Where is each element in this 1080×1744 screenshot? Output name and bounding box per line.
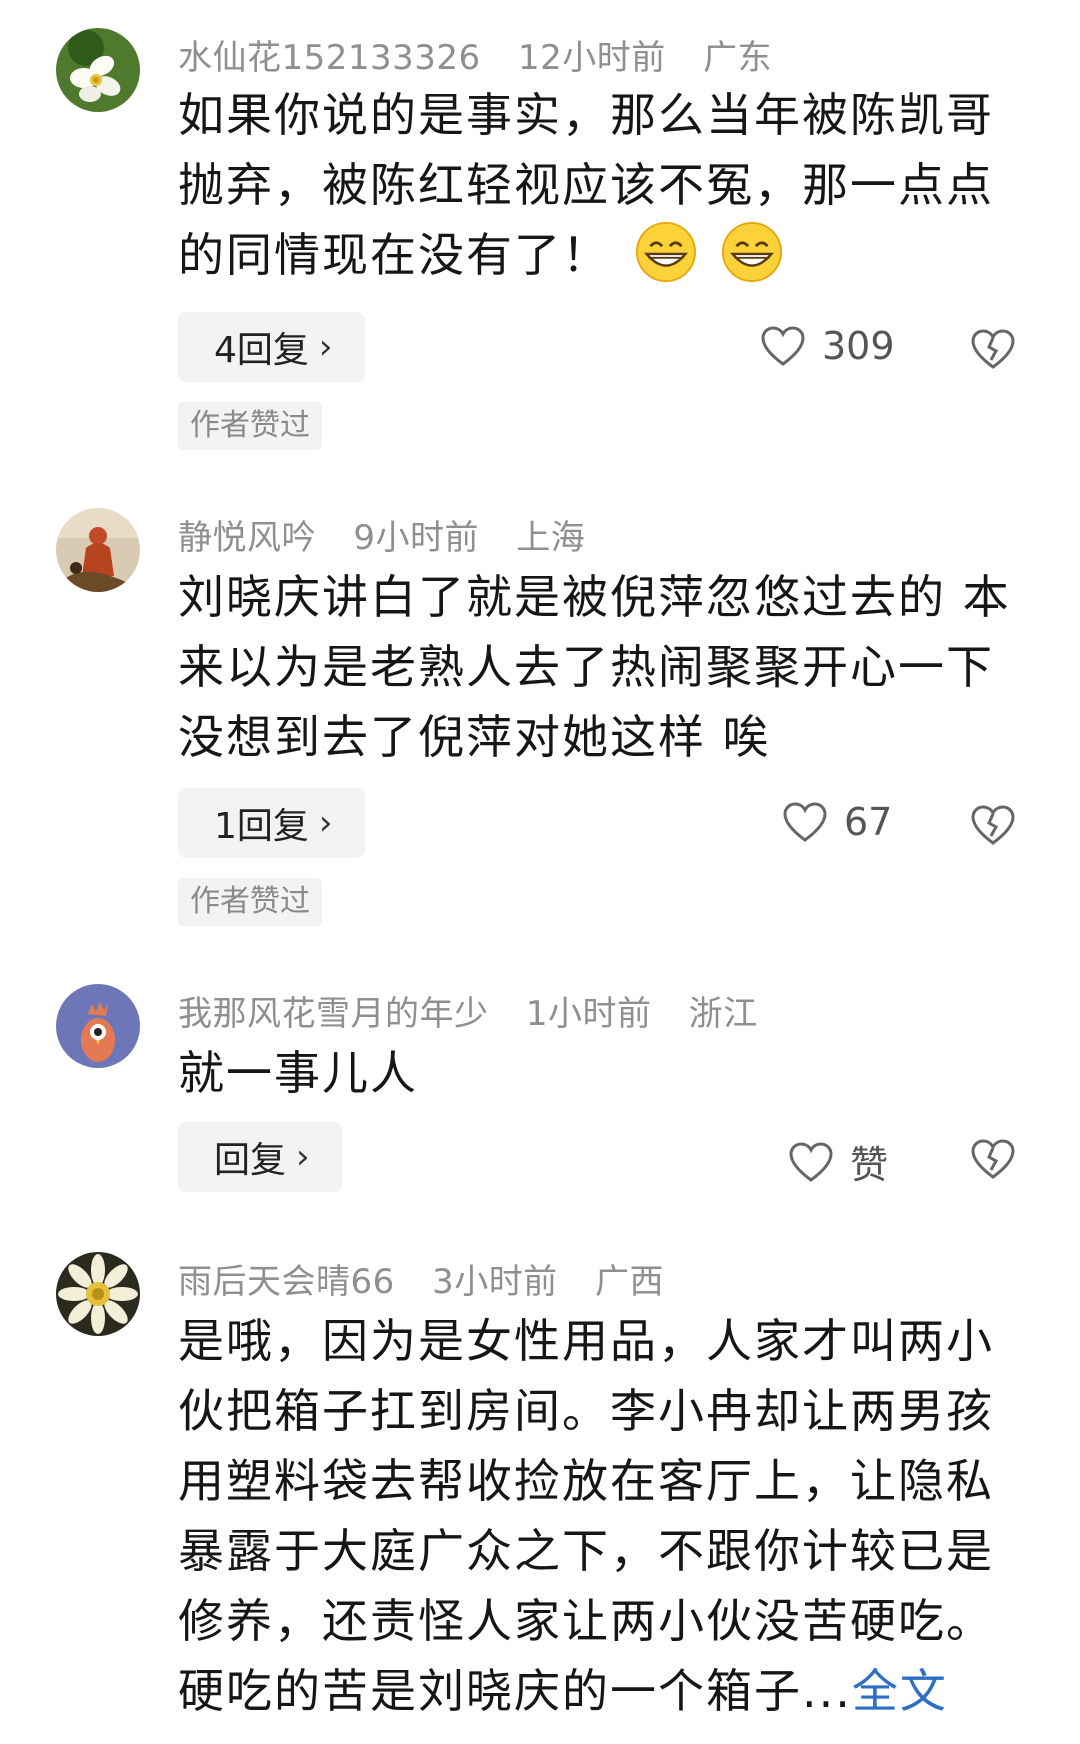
- like-button[interactable]: 67: [782, 800, 892, 844]
- location: 浙江: [688, 994, 758, 1034]
- location: 广东: [703, 38, 773, 78]
- avatar[interactable]: [56, 28, 140, 112]
- chevron-right-icon: ›: [296, 1137, 310, 1177]
- timestamp: 3小时前: [432, 1262, 558, 1302]
- comment-body: 如果你说的是事实，那么当年被陈凯哥抛弃，被陈红轻视应该不冤，那一点点的同情现在没…: [178, 88, 994, 282]
- timestamp: 9小时前: [353, 518, 479, 558]
- location: 上海: [516, 518, 586, 558]
- broken-heart-icon[interactable]: [970, 1138, 1016, 1180]
- author-liked-badge: 作者赞过: [178, 878, 322, 926]
- grinning-face-emoji: [635, 221, 696, 283]
- reply-label: 1回复: [214, 806, 309, 847]
- like-button[interactable]: 309: [760, 324, 895, 368]
- heart-outline-icon: [789, 1141, 833, 1182]
- like-count: 67: [844, 800, 893, 844]
- like-label: 赞: [850, 1143, 889, 1187]
- author-liked-badge: 作者赞过: [178, 402, 322, 450]
- heart-outline-icon: [783, 802, 827, 842]
- comment-text: 就一事儿人: [178, 1046, 418, 1100]
- timestamp: 1小时前: [525, 994, 652, 1034]
- comment-meta: 雨后天会晴66 3小时前 广西: [178, 1254, 690, 1303]
- comment-meta: 水仙花152133326 12小时前 广东: [178, 30, 798, 79]
- read-more-link[interactable]: 全文: [852, 1664, 948, 1718]
- reply-button[interactable]: 4回复 ›: [178, 312, 365, 382]
- username[interactable]: 雨后天会晴66: [178, 1262, 395, 1302]
- like-count: 309: [822, 324, 895, 368]
- timestamp: 12小时前: [518, 38, 666, 78]
- comment-body: 是哦，因为是女性用品，人家才叫两小伙把箱子扛到房间。李小冉却让两男孩用塑料袋去帮…: [178, 1314, 994, 1718]
- comment-meta: 我那风花雪月的年少 1小时前 浙江: [178, 986, 784, 1035]
- comment-text: 刘晓庆讲白了就是被倪萍忽悠过去的 本来以为是老熟人去了热闹聚聚开心一下 没想到去…: [178, 570, 1011, 764]
- grinning-face-emoji: [722, 221, 783, 283]
- like-button[interactable]: 赞: [788, 1134, 888, 1189]
- chevron-right-icon: ›: [318, 803, 333, 843]
- reply-label: 回复: [214, 1140, 287, 1181]
- reply-label: 4回复: [214, 330, 309, 371]
- chevron-right-icon: ›: [318, 327, 333, 367]
- reply-button[interactable]: 1回复 ›: [178, 788, 365, 858]
- avatar[interactable]: [56, 984, 140, 1068]
- username[interactable]: 水仙花152133326: [178, 38, 481, 78]
- comment-text: 如果你说的是事实，那么当年被陈凯哥抛弃，被陈红轻视应该不冤，那一点点的同情现在没…: [178, 80, 1038, 290]
- username[interactable]: 我那风花雪月的年少: [178, 994, 489, 1034]
- avatar[interactable]: [56, 1252, 140, 1336]
- reply-button[interactable]: 回复 ›: [178, 1122, 342, 1192]
- broken-heart-icon[interactable]: [970, 328, 1016, 370]
- comment-text: 是哦，因为是女性用品，人家才叫两小伙把箱子扛到房间。李小冉却让两男孩用塑料袋去帮…: [178, 1306, 1038, 1726]
- heart-outline-icon: [761, 326, 805, 366]
- username[interactable]: 静悦风吟: [178, 518, 316, 558]
- location: 广西: [595, 1262, 665, 1302]
- comment-meta: 静悦风吟 9小时前 上海: [178, 510, 611, 559]
- broken-heart-icon[interactable]: [970, 804, 1016, 846]
- avatar[interactable]: [56, 508, 140, 592]
